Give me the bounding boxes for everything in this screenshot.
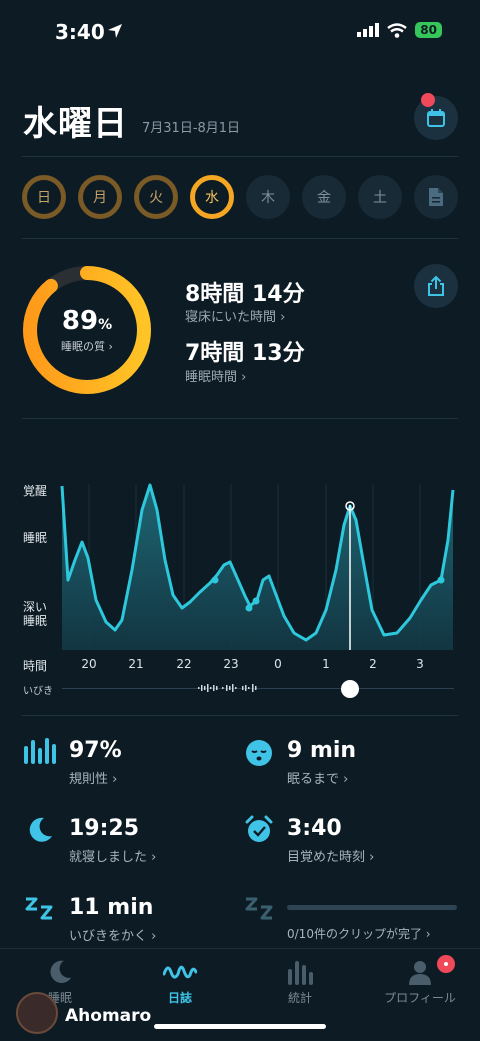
profile-notification-badge (437, 955, 455, 973)
divider (22, 418, 458, 419)
y-label-deep-sleep: 睡眠 (23, 614, 48, 628)
nav-item-sleep[interactable]: 睡眠 (0, 949, 120, 1006)
sleep-quality-label[interactable]: 睡眠の質 › (22, 338, 152, 354)
x-tick-label: 20 (81, 657, 97, 671)
notification-dot (421, 93, 435, 107)
event-marker (437, 576, 445, 584)
nav-item-stats[interactable]: 統計 (240, 949, 360, 1006)
sleep-cycle-area (62, 485, 453, 650)
status-icons: 80 (357, 22, 442, 38)
x-tick-label: 1 (322, 657, 330, 671)
snoring-icon (25, 897, 53, 920)
share-button[interactable] (414, 264, 458, 308)
day-7[interactable]: 土 (358, 175, 402, 219)
snoring-value: 11 min (69, 895, 154, 920)
divider (22, 238, 458, 239)
watermark-logo (16, 992, 58, 1034)
snore-label: いびき (23, 686, 53, 697)
day-2[interactable]: 月 (78, 175, 122, 219)
y-label-awake: 覚醒 (23, 484, 48, 498)
day-5[interactable]: 木 (246, 175, 290, 219)
x-tick-label: 21 (128, 657, 144, 671)
nav-label: 統計 (287, 991, 312, 1005)
moon-icon (50, 960, 72, 983)
bar-chart-icon (288, 961, 313, 985)
day-3[interactable]: 火 (134, 175, 178, 219)
event-markers (211, 501, 445, 612)
nav-item-journal[interactable]: 日誌 (120, 949, 240, 1006)
day-4[interactable]: 水 (190, 175, 234, 219)
wakeup-label[interactable]: 目覚めた時刻 › (287, 846, 374, 865)
document-icon (429, 188, 443, 206)
wakeup-value: 3:40 (287, 816, 342, 841)
sleep-cycle-chart[interactable] (60, 470, 460, 652)
x-tick-label: 3 (416, 657, 424, 671)
page-title: 水曜日 (23, 104, 128, 144)
moon-icon (29, 817, 52, 842)
calendar-icon (427, 109, 445, 127)
sleep-quality-value: 89% (61, 306, 113, 336)
bedtime-value: 19:25 (69, 816, 140, 841)
event-marker (245, 604, 253, 612)
y-label-sleep: 睡眠 (23, 531, 48, 545)
event-marker (252, 597, 260, 605)
in-bed-value: 8時間 14分 (185, 282, 305, 307)
snoring-label[interactable]: いびきをかく › (69, 925, 156, 944)
asleep-label[interactable]: 睡眠時間 › (185, 366, 246, 385)
bedtime-label[interactable]: 就寝しました › (69, 846, 156, 865)
fall-asleep-value: 9 min (287, 738, 357, 763)
x-tick-label: 2 (369, 657, 377, 671)
snore-waveform[interactable] (198, 682, 260, 694)
battery-indicator: 80 (415, 22, 442, 38)
cellular-signal-icon (357, 23, 380, 37)
location-arrow-icon (106, 22, 124, 44)
day-6[interactable]: 金 (302, 175, 346, 219)
report-button[interactable] (414, 175, 458, 219)
sleep-wave-icon (162, 965, 198, 979)
nav-label: 日誌 (167, 991, 192, 1005)
date-range: 7月31日-8月1日 (142, 121, 241, 136)
sleepy-face-icon (246, 740, 272, 766)
nav-item-profile[interactable]: プロフィール (360, 949, 480, 1006)
clips-progress-bar (287, 905, 457, 910)
event-marker (211, 576, 219, 584)
fall-asleep-label[interactable]: 眠るまで › (287, 768, 348, 787)
home-indicator (154, 1024, 326, 1029)
share-icon (428, 275, 444, 296)
clips-label[interactable]: 0/10件のクリップが完了 › (287, 925, 431, 942)
person-icon (409, 961, 431, 985)
regularity-icon (24, 738, 56, 764)
divider (22, 156, 458, 157)
regularity-value: 97% (69, 738, 122, 763)
snore-clips-icon (245, 897, 273, 920)
timeline-scrubber[interactable] (341, 680, 359, 698)
asleep-value: 7時間 13分 (185, 341, 305, 366)
wifi-icon (387, 22, 408, 38)
watermark-text: Ahomaro (65, 1006, 152, 1026)
nav-label: プロフィール (384, 991, 456, 1005)
status-time: 3:40 (55, 20, 105, 44)
in-bed-label[interactable]: 寝床にいた時間 › (185, 306, 285, 325)
x-tick-label: 0 (274, 657, 282, 671)
alarm-clock-icon (245, 815, 273, 842)
x-tick-label: 23 (223, 657, 239, 671)
divider (22, 715, 458, 716)
day-1[interactable]: 日 (22, 175, 66, 219)
x-tick-label: 22 (176, 657, 192, 671)
x-axis-title: 時間 (23, 659, 48, 673)
regularity-label[interactable]: 規則性 › (69, 768, 117, 787)
